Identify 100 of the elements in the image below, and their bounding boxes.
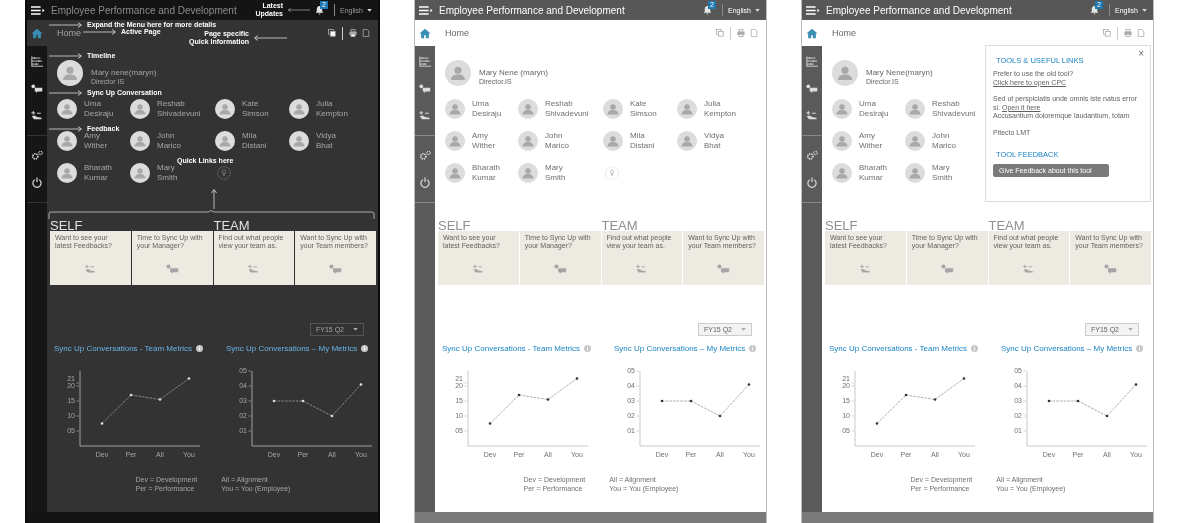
team-member-name[interactable]: Kate Simson bbox=[630, 99, 657, 119]
data-point bbox=[962, 377, 966, 380]
chat-icon bbox=[940, 264, 954, 274]
team-member-name[interactable]: Amy Wither bbox=[859, 131, 883, 151]
tick-mark bbox=[76, 400, 80, 402]
caret-icon bbox=[1128, 328, 1133, 331]
team-member-name[interactable]: Kate Simson bbox=[242, 99, 269, 119]
print-icon[interactable] bbox=[349, 29, 357, 37]
chat-icon bbox=[165, 264, 179, 274]
avatar-icon bbox=[832, 131, 852, 151]
team-member-name[interactable]: Julia Kempton bbox=[316, 99, 348, 119]
add-member-icon[interactable] bbox=[217, 166, 231, 180]
avatar-icon bbox=[130, 99, 150, 119]
avatar-icon bbox=[832, 99, 852, 119]
feedback-hand-icon bbox=[858, 264, 872, 274]
menu-icon[interactable] bbox=[806, 5, 820, 15]
info-icon[interactable] bbox=[361, 345, 369, 352]
menu-icon[interactable] bbox=[31, 5, 45, 15]
chat-icon bbox=[717, 264, 731, 274]
chart-title: Sync Up Conversations – My Metrics bbox=[614, 344, 746, 353]
data-point bbox=[1105, 414, 1109, 418]
caret-icon bbox=[755, 8, 760, 12]
avatar-icon bbox=[445, 131, 465, 151]
team-member-name[interactable]: Reshab Shivadevuni bbox=[932, 99, 976, 119]
team-member-name[interactable]: John Marico bbox=[932, 131, 956, 151]
avatar-icon bbox=[57, 99, 77, 119]
team-member-name[interactable]: Uma Desiraju bbox=[84, 99, 114, 119]
team-member-name[interactable]: Uma Desiraju bbox=[472, 99, 502, 119]
home-icon bbox=[806, 27, 818, 39]
close-button[interactable]: × bbox=[1138, 48, 1144, 59]
avatar-icon bbox=[603, 99, 623, 119]
power-icon[interactable] bbox=[31, 177, 43, 188]
home-icon bbox=[419, 27, 431, 39]
avatar-icon bbox=[677, 99, 697, 119]
timeline-icon[interactable] bbox=[31, 56, 43, 67]
avatar-icon bbox=[57, 60, 83, 86]
team-member-name[interactable]: Mary Smith bbox=[157, 163, 178, 183]
team-member-name[interactable]: Mary Smith bbox=[932, 163, 953, 183]
section-heading: TEAM bbox=[601, 220, 638, 231]
team-member-name[interactable]: Vidya Bhat bbox=[704, 131, 724, 151]
avatar-icon bbox=[445, 60, 471, 86]
annotation-arrow bbox=[49, 53, 82, 59]
copy-icon[interactable] bbox=[328, 29, 336, 37]
team-member-name[interactable]: Reshab Shivadevuni bbox=[157, 99, 201, 119]
avatar-icon bbox=[518, 99, 538, 119]
team-member-name[interactable]: Mila Distani bbox=[242, 131, 267, 151]
team-member-name[interactable]: Bharath Kumar bbox=[472, 163, 501, 183]
bell-icon[interactable] bbox=[315, 5, 325, 15]
info-icon[interactable] bbox=[196, 345, 204, 352]
team-member-name[interactable]: Bharath Kumar bbox=[84, 163, 113, 183]
menu-icon[interactable] bbox=[419, 5, 433, 15]
team-member-name[interactable]: Uma Desiraju bbox=[859, 99, 889, 119]
data-point bbox=[575, 377, 579, 380]
avatar-icon bbox=[57, 131, 77, 151]
team-member-name[interactable]: John Marico bbox=[545, 131, 569, 151]
data-point bbox=[718, 414, 722, 418]
avatar-icon bbox=[832, 60, 858, 86]
annotation-arrow bbox=[288, 7, 310, 13]
team-member-name[interactable]: John Marico bbox=[157, 131, 181, 151]
team-member-name[interactable]: Bharath Kumar bbox=[859, 163, 888, 183]
annotation-arrow bbox=[254, 35, 287, 41]
avatar-icon bbox=[445, 163, 465, 183]
avatar-icon bbox=[518, 131, 538, 151]
avatar-icon bbox=[603, 131, 623, 151]
avatar-icon bbox=[905, 163, 925, 183]
settings-icon[interactable] bbox=[31, 150, 43, 161]
tick-mark bbox=[76, 415, 80, 417]
feedback-hand-icon bbox=[471, 264, 485, 274]
team-member-name[interactable]: Vidya Bhat bbox=[316, 131, 336, 151]
team-member-name[interactable]: Mary Smith bbox=[545, 163, 566, 183]
avatar-icon bbox=[905, 131, 925, 151]
chart-title: Sync Up Conversations - Team Metrics bbox=[442, 344, 581, 353]
team-member-name[interactable]: Mila Distani bbox=[630, 131, 655, 151]
data-point bbox=[330, 414, 334, 418]
feedback-hand-icon bbox=[31, 110, 43, 121]
timeline-icon[interactable] bbox=[419, 56, 431, 67]
avatar-icon bbox=[832, 163, 852, 183]
caret-icon bbox=[353, 328, 358, 331]
home-icon bbox=[31, 27, 43, 39]
tick-mark bbox=[248, 370, 252, 372]
chat-icon bbox=[31, 83, 43, 94]
chart-title: Sync Up Conversations - Team Metrics bbox=[54, 344, 193, 353]
tick-mark bbox=[248, 415, 252, 417]
team-member-name[interactable]: Amy Wither bbox=[84, 131, 108, 151]
team-member-name[interactable]: Reshab Shivadevuni bbox=[545, 99, 589, 119]
feedback-hand-icon bbox=[635, 264, 649, 274]
app-title: Employee Performance and Development bbox=[826, 4, 1012, 16]
data-point bbox=[187, 377, 191, 380]
avatar-icon bbox=[289, 99, 309, 119]
team-member-name[interactable]: Julia Kempton bbox=[704, 99, 736, 119]
data-point bbox=[100, 422, 104, 425]
chat-icon bbox=[553, 264, 567, 274]
document-icon[interactable] bbox=[362, 29, 370, 37]
timeline-icon[interactable] bbox=[806, 56, 818, 67]
section-heading: SELF bbox=[50, 220, 83, 231]
tick-mark bbox=[248, 430, 252, 432]
team-member-name[interactable]: Amy Wither bbox=[472, 131, 496, 151]
data-point bbox=[546, 398, 550, 401]
section-heading: TEAM bbox=[988, 220, 1025, 231]
chat-icon bbox=[806, 83, 818, 94]
